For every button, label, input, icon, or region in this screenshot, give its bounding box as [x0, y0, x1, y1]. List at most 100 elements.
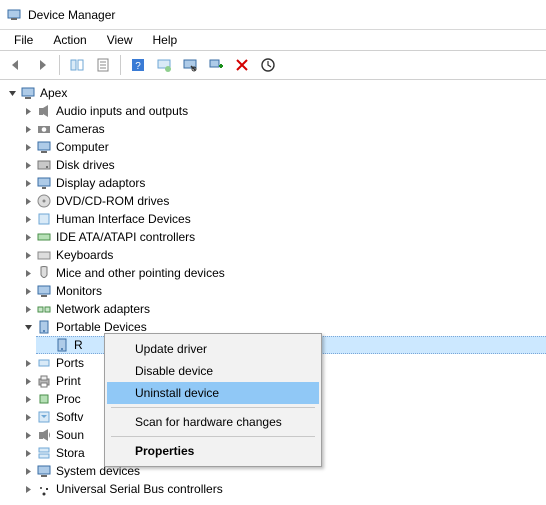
- context-menu-item[interactable]: Update driver: [107, 338, 319, 360]
- add-legacy-button[interactable]: [204, 53, 228, 77]
- mouse-icon: [36, 265, 52, 281]
- tree-item-label: Universal Serial Bus controllers: [56, 482, 223, 496]
- svg-text:?: ?: [135, 61, 141, 72]
- monitor-icon: [36, 283, 52, 299]
- expand-icon[interactable]: [6, 87, 18, 99]
- audio-icon: [36, 103, 52, 119]
- expand-icon[interactable]: [22, 321, 34, 333]
- tree-item-label: Network adapters: [56, 302, 150, 316]
- expand-icon[interactable]: [22, 159, 34, 171]
- context-menu-item[interactable]: Scan for hardware changes: [107, 411, 319, 433]
- tree-item-label: Human Interface Devices: [56, 212, 191, 226]
- network-icon: [36, 301, 52, 317]
- tree-item-label: Keyboards: [56, 248, 113, 262]
- expand-icon[interactable]: [22, 429, 34, 441]
- display-icon: [36, 175, 52, 191]
- show-hidden-button[interactable]: [65, 53, 89, 77]
- expand-icon[interactable]: [22, 267, 34, 279]
- tree-item[interactable]: IDE ATA/ATAPI controllers: [18, 228, 546, 246]
- expand-icon[interactable]: [22, 375, 34, 387]
- expand-icon[interactable]: [22, 177, 34, 189]
- expand-icon[interactable]: [22, 357, 34, 369]
- tree-item[interactable]: Keyboards: [18, 246, 546, 264]
- window-title: Device Manager: [28, 8, 115, 22]
- dvd-icon: [36, 193, 52, 209]
- menu-file[interactable]: File: [4, 31, 43, 49]
- tree-item[interactable]: Network adapters: [18, 300, 546, 318]
- portable-device-icon: [54, 337, 70, 353]
- expand-icon[interactable]: [22, 123, 34, 135]
- tree-item[interactable]: Mice and other pointing devices: [18, 264, 546, 282]
- tree-root[interactable]: Apex: [0, 84, 546, 102]
- tree-item[interactable]: Computer: [18, 138, 546, 156]
- computer-root-icon: [20, 85, 36, 101]
- forward-button[interactable]: [30, 53, 54, 77]
- tree-item-label: Display adaptors: [56, 176, 145, 190]
- expand-icon[interactable]: [22, 249, 34, 261]
- remove-button[interactable]: [230, 53, 254, 77]
- context-menu-item[interactable]: Uninstall device: [107, 382, 319, 404]
- toolbar-separator: [120, 55, 121, 75]
- properties-button[interactable]: [91, 53, 115, 77]
- expand-icon[interactable]: [22, 465, 34, 477]
- system-icon: [36, 463, 52, 479]
- help-button[interactable]: ?: [126, 53, 150, 77]
- menu-action[interactable]: Action: [43, 31, 96, 49]
- tree-item-label: Softv: [56, 410, 83, 424]
- context-menu-item[interactable]: Properties: [107, 440, 319, 462]
- tree-item-label: Cameras: [56, 122, 105, 136]
- tree-item[interactable]: Cameras: [18, 120, 546, 138]
- tree-item-label: Print: [56, 374, 81, 388]
- scan-hardware-button[interactable]: [178, 53, 202, 77]
- update-driver-button[interactable]: [256, 53, 280, 77]
- tree-item-label: Monitors: [56, 284, 102, 298]
- menu-view[interactable]: View: [97, 31, 143, 49]
- tree-item-label: Stora: [56, 446, 85, 460]
- expand-icon[interactable]: [22, 483, 34, 495]
- tree-item[interactable]: DVD/CD-ROM drives: [18, 192, 546, 210]
- expand-icon[interactable]: [22, 213, 34, 225]
- app-icon: [6, 7, 22, 23]
- camera-icon: [36, 121, 52, 137]
- expand-icon[interactable]: [22, 141, 34, 153]
- tree-item[interactable]: Monitors: [18, 282, 546, 300]
- expand-icon[interactable]: [22, 105, 34, 117]
- processor-icon: [36, 391, 52, 407]
- expand-icon[interactable]: [22, 393, 34, 405]
- expand-icon[interactable]: [22, 303, 34, 315]
- tree-item[interactable]: Audio inputs and outputs: [18, 102, 546, 120]
- tree-item[interactable]: Display adaptors: [18, 174, 546, 192]
- port-icon: [36, 355, 52, 371]
- portable-icon: [36, 319, 52, 335]
- expand-icon[interactable]: [22, 195, 34, 207]
- tree-item-label: Computer: [56, 140, 109, 154]
- tree-item[interactable]: Disk drives: [18, 156, 546, 174]
- toolbar: ?: [0, 50, 546, 80]
- tree-item-label: IDE ATA/ATAPI controllers: [56, 230, 195, 244]
- tree-item[interactable]: Universal Serial Bus controllers: [18, 480, 546, 498]
- tree-item-label: Portable Devices: [56, 320, 147, 334]
- tree-item-label: Disk drives: [56, 158, 115, 172]
- tree-item-label: Mice and other pointing devices: [56, 266, 225, 280]
- action-center-button[interactable]: [152, 53, 176, 77]
- expand-icon[interactable]: [22, 411, 34, 423]
- disk-icon: [36, 157, 52, 173]
- toolbar-separator: [59, 55, 60, 75]
- menu-help[interactable]: Help: [143, 31, 188, 49]
- back-button[interactable]: [4, 53, 28, 77]
- context-menu: Update driverDisable deviceUninstall dev…: [104, 333, 322, 467]
- usb-icon: [36, 481, 52, 497]
- tree-item-label: DVD/CD-ROM drives: [56, 194, 169, 208]
- expand-icon[interactable]: [22, 231, 34, 243]
- storage-icon: [36, 445, 52, 461]
- tree-item-label: Ports: [56, 356, 84, 370]
- tree-item[interactable]: Human Interface Devices: [18, 210, 546, 228]
- context-menu-item[interactable]: Disable device: [107, 360, 319, 382]
- tree-item-label: R: [74, 338, 83, 352]
- ide-icon: [36, 229, 52, 245]
- sound-icon: [36, 427, 52, 443]
- expand-icon[interactable]: [22, 285, 34, 297]
- computer-icon: [36, 139, 52, 155]
- expand-icon[interactable]: [22, 447, 34, 459]
- titlebar: Device Manager: [0, 0, 546, 30]
